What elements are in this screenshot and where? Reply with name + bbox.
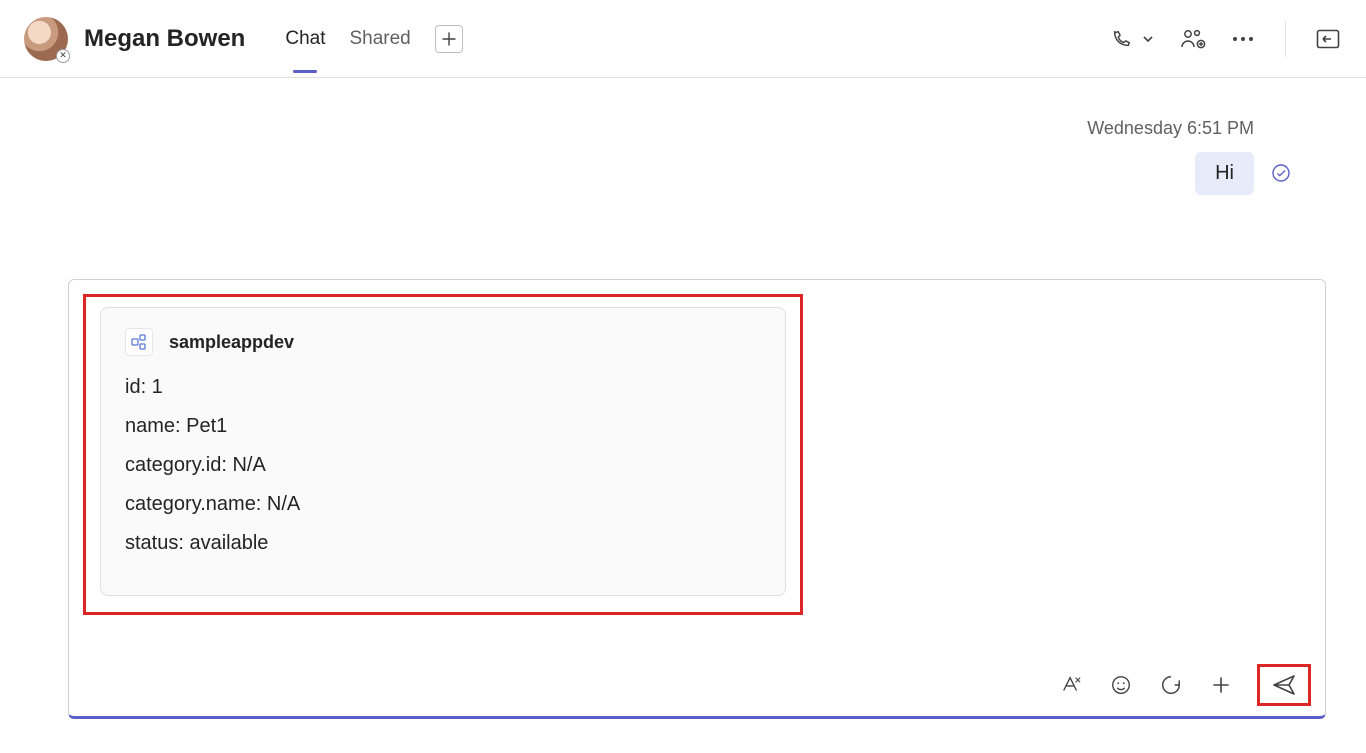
plus-icon bbox=[442, 32, 456, 46]
add-tab-button[interactable] bbox=[435, 25, 463, 53]
format-button[interactable] bbox=[1057, 671, 1085, 699]
card-line: id: 1 bbox=[125, 376, 761, 399]
loop-icon bbox=[1160, 674, 1182, 696]
card-app-name: sampleappdev bbox=[169, 332, 294, 353]
chat-title: Megan Bowen bbox=[84, 25, 245, 53]
tab-chat[interactable]: Chat bbox=[285, 0, 325, 77]
call-button[interactable] bbox=[1107, 25, 1135, 53]
plus-icon bbox=[1211, 675, 1231, 695]
message-list: Wednesday 6:51 PM Hi bbox=[68, 78, 1326, 279]
chat-header: ✕ Megan Bowen Chat Shared bbox=[0, 0, 1366, 78]
tab-chat-label: Chat bbox=[285, 28, 325, 50]
phone-icon bbox=[1110, 28, 1132, 50]
more-options-button[interactable] bbox=[1229, 25, 1257, 53]
highlighted-region-send bbox=[1257, 664, 1311, 706]
read-receipt-icon bbox=[1272, 164, 1290, 182]
tab-shared[interactable]: Shared bbox=[349, 0, 410, 77]
highlighted-region-card: sampleappdev id: 1 name: Pet1 category.i… bbox=[83, 294, 803, 615]
app-icon bbox=[125, 328, 153, 356]
more-horizontal-icon bbox=[1232, 36, 1254, 42]
card-line: status: available bbox=[125, 532, 761, 555]
emoji-button[interactable] bbox=[1107, 671, 1135, 699]
call-options-button[interactable] bbox=[1139, 25, 1157, 53]
emoji-icon bbox=[1110, 674, 1132, 696]
header-actions bbox=[1107, 21, 1342, 57]
tab-shared-label: Shared bbox=[349, 28, 410, 50]
card-line: category.name: N/A bbox=[125, 493, 761, 516]
presence-offline-icon: ✕ bbox=[56, 49, 70, 63]
avatar[interactable]: ✕ bbox=[24, 17, 68, 61]
divider bbox=[1285, 21, 1286, 57]
compose-area: sampleappdev id: 1 name: Pet1 category.i… bbox=[68, 279, 1326, 753]
message-timestamp: Wednesday 6:51 PM bbox=[1087, 118, 1254, 139]
open-pane-button[interactable] bbox=[1314, 25, 1342, 53]
header-tabs: Chat Shared bbox=[285, 0, 462, 77]
adaptive-card[interactable]: sampleappdev id: 1 name: Pet1 category.i… bbox=[100, 307, 786, 596]
loop-button[interactable] bbox=[1157, 671, 1185, 699]
panel-open-icon bbox=[1316, 29, 1340, 49]
add-people-button[interactable] bbox=[1179, 25, 1207, 53]
compose-toolbar bbox=[83, 658, 1311, 706]
message-text: Hi bbox=[1215, 162, 1234, 184]
chat-body: Wednesday 6:51 PM Hi sampleappdev id: 1 … bbox=[0, 78, 1366, 753]
sent-message-bubble[interactable]: Hi bbox=[1195, 152, 1254, 195]
card-header: sampleappdev bbox=[125, 328, 761, 356]
chevron-down-icon bbox=[1141, 32, 1155, 46]
compose-box[interactable]: sampleappdev id: 1 name: Pet1 category.i… bbox=[68, 279, 1326, 719]
send-button[interactable] bbox=[1270, 671, 1298, 699]
actions-button[interactable] bbox=[1207, 671, 1235, 699]
send-icon bbox=[1272, 674, 1296, 696]
card-line: category.id: N/A bbox=[125, 454, 761, 477]
card-line: name: Pet1 bbox=[125, 415, 761, 438]
people-add-icon bbox=[1180, 28, 1206, 50]
format-icon bbox=[1060, 674, 1082, 696]
